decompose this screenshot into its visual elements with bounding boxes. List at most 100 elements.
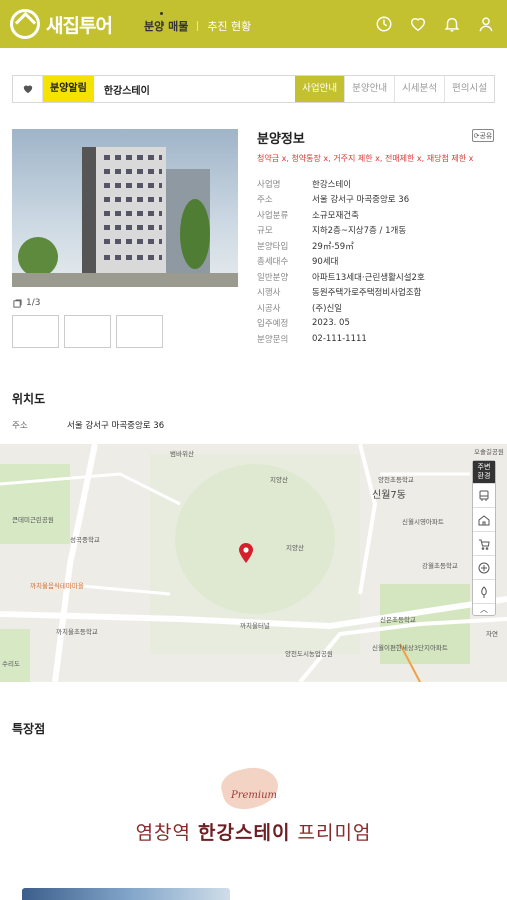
spec-value: 90세대 (312, 257, 339, 268)
tree (180, 199, 210, 269)
listing-name: 한강스테이 (103, 85, 150, 97)
ground (12, 273, 238, 287)
spec-table: 사업명 한강스테이주소 서울 강서구 마곡중앙로 36 사업분류 소규모재건축규모 지하2… (257, 176, 425, 347)
sale-info-title: 분양정보 (257, 132, 305, 147)
map-label: 신월시영아파트 (402, 518, 444, 526)
restriction-tags: 청약금 x, 청약통장 x, 거주지 제한 x, 전매제한 x, 재당첨 제한 … (257, 154, 474, 163)
cart-icon[interactable] (473, 531, 495, 555)
address-value: 서울 강서구 마곡중앙로 36 (67, 421, 165, 431)
map-label: 수리도 (2, 660, 20, 668)
spec-label: 주소 (257, 195, 273, 206)
map-label: 신월이편한세상3단지아파트 (372, 644, 448, 652)
spec-value: 서울 강서구 마곡중앙로 36 (312, 195, 410, 206)
map-label: 신은초등학교 (380, 616, 416, 624)
history-icon[interactable] (375, 15, 393, 33)
top-bar: 새집투어 분양 매물 추진 현황 (0, 0, 507, 48)
thumbnail-strip (12, 315, 163, 348)
map-label: 강월초등학교 (422, 562, 458, 570)
thumbnail[interactable] (64, 315, 111, 348)
bell-icon[interactable] (443, 15, 461, 33)
park-icon[interactable] (473, 579, 495, 603)
collapse-up-icon[interactable]: ︿ (473, 603, 495, 615)
map-label: 까치울초등학교 (56, 628, 98, 636)
photo-counter-text: 1/3 (26, 298, 41, 308)
promo-premium-text: 프리미엄 (290, 822, 372, 844)
spec-row: 분양타입 29㎡-59㎡ (257, 238, 425, 254)
building-render (82, 147, 166, 279)
location-map[interactable]: 범바위산 오솔길공원 지양산 신월7동 양천초등학교 큰데미근린공원 신월시영아… (0, 444, 507, 682)
promo-headline: 염창역 한강스테이 프리미엄 (0, 818, 507, 845)
bus-icon[interactable] (473, 483, 495, 507)
favorite-heart-icon[interactable] (13, 76, 43, 102)
tab-amenities[interactable]: 편의시설 (444, 76, 494, 102)
tab-business-info[interactable]: 사업안내 (295, 76, 345, 102)
spec-label: 입주예정 (257, 319, 289, 330)
map-label: 양천도시농업공원 (285, 650, 333, 658)
spec-row: 주소 서울 강서구 마곡중앙로 36 (257, 192, 425, 208)
top-icons (375, 15, 495, 33)
user-icon[interactable] (477, 15, 495, 33)
map-label: 지양산 (270, 476, 288, 484)
map-label: 까치울터널 (240, 622, 270, 630)
spec-row: 사업명 한강스테이 (257, 176, 425, 192)
main-nav: 분양 매물 추진 현황 (144, 12, 251, 34)
map-label: 양천초등학교 (378, 476, 414, 484)
features-title: 특장점 (12, 722, 46, 736)
spec-value: 동원주택가로주택정비사업조합 (312, 288, 422, 299)
tab-sale-info[interactable]: 분양안내 (344, 76, 394, 102)
spec-label: 시공사 (257, 303, 281, 314)
spec-value: (주)신일 (312, 303, 343, 314)
nav-progress[interactable]: 추진 현황 (207, 18, 251, 34)
spec-label: 사업명 (257, 179, 281, 190)
map-label: 까치울음식테마마을 (30, 582, 84, 590)
spec-row: 분양문의 02-111-1111 (257, 331, 425, 347)
photo-counter: 1/3 (13, 298, 40, 308)
promo-station: 염창역 (135, 822, 199, 844)
home-logo-icon (10, 9, 40, 39)
nearby-environment-rail: 주변 환경 ︿ (472, 460, 496, 616)
spec-row: 입주예정 2023. 05 (257, 316, 425, 332)
thumbnail[interactable] (116, 315, 163, 348)
map-label: 지양산 (286, 544, 304, 552)
building-photo[interactable] (12, 129, 238, 287)
thumbnail[interactable] (12, 315, 59, 348)
spec-row: 일반분양 아파트13세대·근린생활시설2호 (257, 269, 425, 285)
spec-value: 02-111-1111 (312, 333, 367, 344)
spec-value: 소규모재건축 (312, 210, 359, 221)
spec-value: 지하2층~지상7층 / 1개동 (312, 226, 407, 237)
gallery-icon (13, 298, 22, 308)
map-label: 오솔길공원 (474, 448, 504, 456)
logo[interactable]: 새집투어 (10, 9, 113, 39)
spec-label: 사업분류 (257, 210, 289, 221)
nav-sale-listings[interactable]: 분양 매물 (144, 12, 188, 34)
spec-row: 총세대수 90세대 (257, 254, 425, 270)
spec-value: 한강스테이 (312, 179, 352, 190)
spec-label: 분양타입 (257, 241, 289, 252)
spec-row: 사업분류 소규모재건축 (257, 207, 425, 223)
promo-premium-script: Premium (231, 790, 278, 801)
logo-text: 새집투어 (46, 14, 113, 37)
hospital-icon[interactable] (473, 555, 495, 579)
address-label: 주소 (12, 421, 28, 431)
promo-image (22, 888, 230, 900)
spec-label: 총세대수 (257, 257, 289, 268)
location-address-row: 주소 서울 강서구 마곡중앙로 36 (12, 419, 164, 431)
spec-label: 분양문의 (257, 334, 289, 345)
nav-divider (197, 21, 199, 31)
spec-value: 29㎡-59㎡ (312, 241, 354, 252)
spec-value: 아파트13세대·근린생활시설2호 (312, 272, 425, 283)
map-label: 큰데미근린공원 (12, 516, 54, 524)
location-title: 위치도 (12, 392, 46, 406)
spec-value: 2023. 05 (312, 318, 350, 329)
rail-heading: 주변 환경 (473, 461, 495, 483)
school-icon[interactable] (473, 507, 495, 531)
map-label: 신월7동 (372, 490, 406, 501)
location-pin-icon[interactable] (238, 542, 254, 564)
tab-price-analysis[interactable]: 시세분석 (394, 76, 444, 102)
spec-row: 시공사 (주)신일 (257, 300, 425, 316)
share-button[interactable]: ⟳ 공유 (472, 129, 494, 142)
share-label: 공유 (479, 131, 493, 140)
spec-label: 일반분양 (257, 272, 289, 283)
spec-row: 규모 지하2층~지상7층 / 1개동 (257, 223, 425, 239)
heart-icon[interactable] (409, 15, 427, 33)
